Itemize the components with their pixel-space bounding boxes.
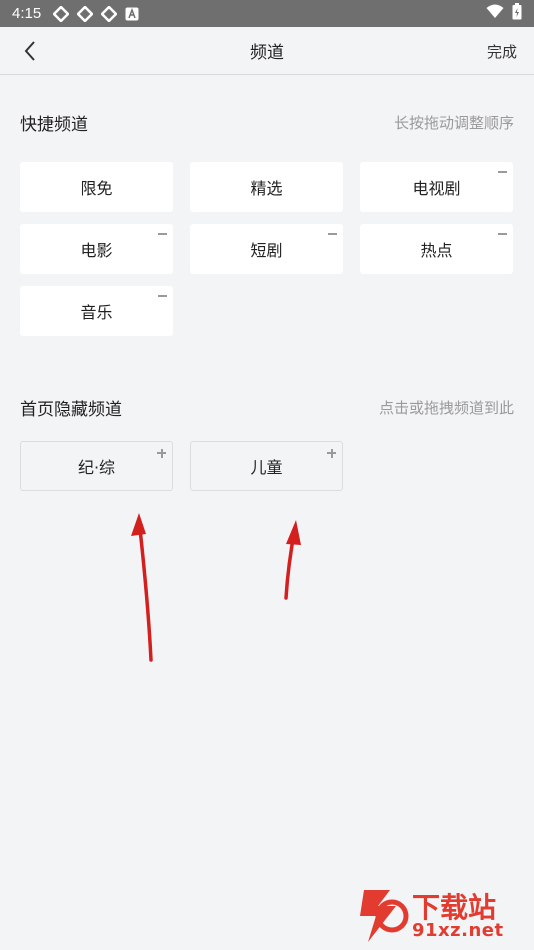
remove-minus-icon[interactable]	[328, 233, 337, 235]
channel-label: 儿童	[250, 458, 283, 477]
status-bar: 4:15	[0, 0, 534, 27]
quick-channels-title: 快捷频道	[20, 115, 88, 135]
app-notification-icon	[53, 5, 70, 22]
remove-minus-icon[interactable]	[158, 295, 167, 297]
back-button[interactable]	[18, 39, 42, 63]
add-plus-icon[interactable]	[160, 448, 163, 458]
channel-label: 音乐	[80, 303, 113, 322]
channel-label: 限免	[80, 179, 113, 198]
channel-label: 纪·综	[77, 458, 116, 477]
channel-label: 热点	[420, 241, 453, 260]
quick-channels-grid: 限免 精选 电视剧 电影 短剧 热点 音乐	[20, 162, 514, 338]
channel-chip-dianshiju[interactable]: 电视剧	[360, 162, 513, 212]
remove-minus-icon[interactable]	[498, 171, 507, 173]
battery-icon	[512, 3, 522, 24]
app-notification-icon	[101, 5, 118, 22]
watermark-emblem-icon	[360, 890, 409, 942]
a-notification-icon	[125, 7, 139, 21]
channel-chip-jizong[interactable]: 纪·综	[20, 441, 173, 491]
remove-minus-icon[interactable]	[498, 233, 507, 235]
app-notification-icon	[77, 5, 94, 22]
chevron-left-icon	[24, 41, 35, 61]
add-plus-icon[interactable]	[330, 448, 333, 458]
quick-channels-header: 快捷频道 长按拖动调整顺序	[20, 110, 514, 135]
page-title: 频道	[250, 43, 284, 63]
channel-chip-redian[interactable]: 热点	[360, 224, 513, 274]
channel-label: 电视剧	[412, 179, 461, 198]
channel-chip-duanju[interactable]: 短剧	[190, 224, 343, 274]
status-time: 4:15	[12, 5, 42, 22]
hidden-channels-title: 首页隐藏频道	[20, 400, 122, 420]
channel-label: 电影	[80, 241, 113, 260]
channel-chip-dianying[interactable]: 电影	[20, 224, 173, 274]
watermark-url: 91xz.net	[412, 920, 504, 941]
wifi-icon	[486, 4, 504, 23]
quick-channels-hint: 长按拖动调整顺序	[393, 114, 514, 132]
arrow-up-icon	[284, 526, 297, 600]
hidden-channels-header: 首页隐藏频道 点击或拖拽频道到此	[20, 395, 514, 420]
arrow-head-icon	[286, 520, 301, 545]
hidden-channels-grid: 纪·综 儿童	[20, 441, 514, 493]
arrow-up-icon	[137, 518, 153, 662]
channel-chip-ertong[interactable]: 儿童	[190, 441, 343, 491]
channel-chip-xianmian[interactable]: 限免	[20, 162, 173, 212]
nav-bar: 频道 完成	[0, 27, 534, 75]
channel-label: 短剧	[250, 241, 283, 260]
channel-label: 精选	[250, 179, 283, 198]
hidden-channels-hint: 点击或拖拽频道到此	[378, 399, 514, 417]
channel-chip-yinyue[interactable]: 音乐	[20, 286, 173, 336]
remove-minus-icon[interactable]	[158, 233, 167, 235]
arrow-head-icon	[131, 513, 146, 536]
done-button[interactable]: 完成	[487, 41, 517, 62]
watermark-logo: 下载站 91xz.net	[356, 886, 526, 946]
channel-chip-jingxuan[interactable]: 精选	[190, 162, 343, 212]
